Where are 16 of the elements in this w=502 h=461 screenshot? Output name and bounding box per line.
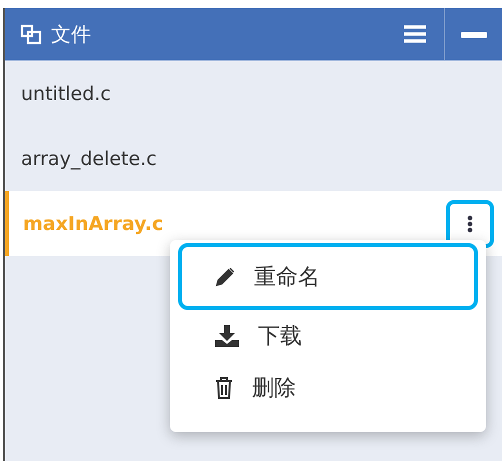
files-icon [19, 22, 43, 46]
menu-icon [404, 25, 426, 43]
trash-icon [214, 376, 234, 400]
file-name: maxInArray.c [23, 212, 164, 234]
file-name: array_delete.c [21, 148, 158, 170]
file-item[interactable]: untitled.c [5, 61, 502, 126]
panel-title: 文件 [51, 20, 91, 48]
menu-item[interactable]: 删除 [178, 362, 478, 414]
minimize-icon [460, 30, 486, 38]
menu-item[interactable]: 重命名 [178, 243, 478, 310]
download-icon [214, 324, 240, 348]
more-icon [467, 214, 473, 232]
pencil-icon [214, 266, 236, 288]
file-item[interactable]: array_delete.c [5, 126, 502, 191]
file-name: untitled.c [21, 82, 112, 104]
menu-item[interactable]: 下载 [178, 310, 478, 362]
